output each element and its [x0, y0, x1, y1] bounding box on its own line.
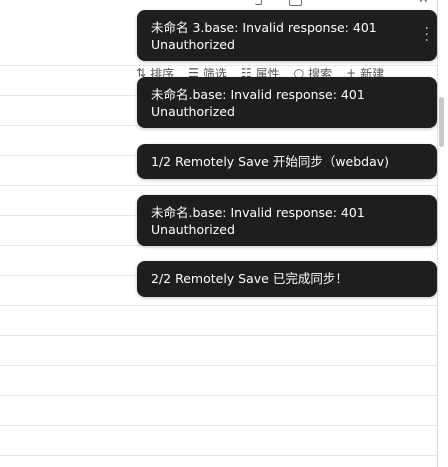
- notice-error-untitled-3[interactable]: 未命名 3.base: Invalid response: 401 Unauth…: [137, 10, 437, 61]
- table-row-divider: [0, 185, 437, 186]
- toolbar-icon-fragment[interactable]: [255, 0, 262, 5]
- notice-message: 2/2 Remotely Save 已完成同步！: [151, 271, 348, 286]
- table-row-divider: [0, 395, 437, 396]
- notice-error-untitled-2[interactable]: 未命名.base: Invalid response: 401 Unauthor…: [137, 195, 437, 246]
- table-row-divider: [0, 455, 437, 456]
- table-row-divider: [0, 365, 437, 366]
- scrollbar-thumb[interactable]: [439, 97, 444, 147]
- notice-message: 未命名 3.base: Invalid response: 401 Unauth…: [151, 20, 377, 52]
- table-row-divider: [0, 335, 437, 336]
- notice-message: 未命名.base: Invalid response: 401 Unauthor…: [151, 205, 365, 237]
- notice-message: 1/2 Remotely Save 开始同步（webdav): [151, 154, 390, 169]
- notice-sync-complete[interactable]: 2/2 Remotely Save 已完成同步！: [137, 261, 437, 297]
- table-row-divider: [0, 305, 437, 306]
- notice-message: 未命名.base: Invalid response: 401 Unauthor…: [151, 87, 365, 119]
- new-tab-icon[interactable]: [289, 0, 302, 6]
- close-icon[interactable]: ✕: [418, 0, 429, 7]
- notice-error-untitled[interactable]: 未命名.base: Invalid response: 401 Unauthor…: [137, 77, 437, 128]
- more-options-icon[interactable]: · · ·: [425, 22, 429, 48]
- table-row-divider: [0, 425, 437, 426]
- scrollbar-track[interactable]: [438, 0, 448, 467]
- notice-sync-start[interactable]: 1/2 Remotely Save 开始同步（webdav): [137, 144, 437, 179]
